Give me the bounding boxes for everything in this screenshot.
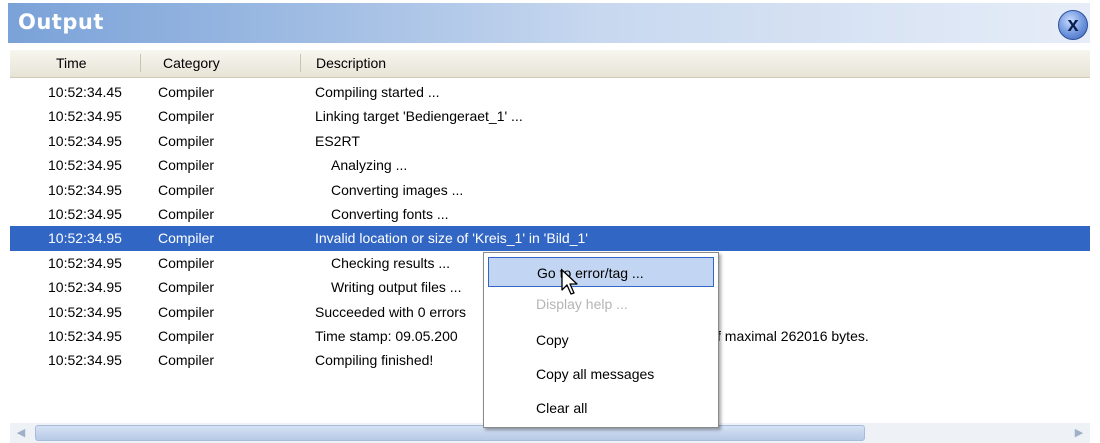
cell-time: 10:52:34.95 <box>48 181 122 198</box>
title-bar: Output <box>8 3 1090 43</box>
table-row[interactable]: 10:52:34.95 Compiler Linking target 'Bedie… <box>10 104 1090 128</box>
menu-item-go-to-error-tag[interactable]: Go to error/tag ... <box>488 257 714 287</box>
cell-time: 10:52:34.95 <box>48 132 122 149</box>
cell-category: Compiler <box>158 327 215 344</box>
table-row[interactable]: 10:52:34.95 Compiler Invalid location or s… <box>10 226 1090 251</box>
scroll-right-icon[interactable]: ▶ <box>1068 423 1090 443</box>
column-divider[interactable] <box>300 54 301 72</box>
table-row[interactable]: 10:52:34.95 Compiler Analyzing ... <box>10 153 1090 177</box>
column-header: Time Category Description <box>10 50 1090 78</box>
menu-item-copy-all-messages[interactable]: Copy all messages <box>488 359 714 389</box>
cell-category: Compiler <box>158 132 215 149</box>
cell-time: 10:52:34.45 <box>48 84 122 100</box>
table-row[interactable]: 10:52:34.95 Compiler Converting images ... <box>10 178 1090 202</box>
table-row[interactable]: 10:52:34.45 Compiler Compiling started ... <box>10 80 1090 104</box>
window-title: Output <box>18 10 104 34</box>
cell-description: Writing output files ... <box>331 279 462 296</box>
cell-description-overflow: f maximal 262016 bytes. <box>717 327 869 344</box>
cell-description: Analyzing ... <box>331 157 408 174</box>
cell-category: Compiler <box>158 108 215 125</box>
menu-item-label: Copy <box>536 332 569 348</box>
cell-description: Time stamp: 09.05.200 <box>315 327 458 344</box>
column-description[interactable]: Description <box>316 55 386 71</box>
cell-description: ES2RT <box>315 132 360 149</box>
cell-category: Compiler <box>158 352 215 369</box>
cell-time: 10:52:34.95 <box>48 254 122 271</box>
cell-description: Converting images ... <box>331 181 464 198</box>
menu-item-label: Display help ... <box>536 296 628 312</box>
cell-description: Succeeded with 0 errors <box>315 303 466 320</box>
menu-item-label: Go to error/tag ... <box>537 265 644 281</box>
menu-item-copy[interactable]: Copy <box>488 325 714 355</box>
menu-item-clear-all[interactable]: Clear all <box>488 393 714 423</box>
cell-category: Compiler <box>158 157 215 174</box>
cell-description: Linking target 'Bediengeraet_1' ... <box>315 108 523 125</box>
table-row[interactable]: 10:52:34.95 Compiler Converting fonts ... <box>10 202 1090 226</box>
column-divider[interactable] <box>140 54 141 72</box>
cell-time: 10:52:34.95 <box>48 352 122 369</box>
scroll-thumb[interactable] <box>35 425 865 441</box>
cell-time: 10:52:34.95 <box>48 205 122 222</box>
cell-category: Compiler <box>158 84 215 100</box>
close-icon: x <box>1067 14 1079 36</box>
cell-time: 10:52:34.95 <box>48 108 122 125</box>
cell-category: Compiler <box>158 205 215 222</box>
scroll-left-icon[interactable]: ◀ <box>10 423 32 443</box>
cell-time: 10:52:34.95 <box>48 157 122 174</box>
cell-description: Checking results ... <box>331 254 451 271</box>
cell-description: Converting fonts ... <box>331 205 449 222</box>
cell-description: Invalid location or size of 'Kreis_1' in… <box>315 230 588 247</box>
cell-time: 10:52:34.95 <box>48 327 122 344</box>
column-time[interactable]: Time <box>56 55 87 71</box>
cell-category: Compiler <box>158 279 215 296</box>
cell-category: Compiler <box>158 181 215 198</box>
menu-item-label: Copy all messages <box>536 366 655 382</box>
cell-description: Compiling started ... <box>315 84 440 100</box>
cell-time: 10:52:34.95 <box>48 279 122 296</box>
cell-description: Compiling finished! <box>315 352 434 369</box>
cell-time: 10:52:34.95 <box>48 303 122 320</box>
mouse-pointer-icon <box>561 269 578 295</box>
column-category[interactable]: Category <box>163 55 220 71</box>
cell-category: Compiler <box>158 254 215 271</box>
table-row[interactable]: 10:52:34.95 Compiler ES2RT <box>10 129 1090 153</box>
cell-category: Compiler <box>158 303 215 320</box>
cell-category: Compiler <box>158 230 215 247</box>
menu-item-label: Clear all <box>536 400 588 416</box>
menu-item-display-help: Display help ... <box>488 289 714 319</box>
context-menu: Go to error/tag ... Display help ... Copy C… <box>483 252 719 428</box>
close-button[interactable]: x <box>1058 10 1088 40</box>
output-window: Output x Time Category Description 10:52… <box>0 0 1100 443</box>
cell-time: 10:52:34.95 <box>48 230 122 247</box>
